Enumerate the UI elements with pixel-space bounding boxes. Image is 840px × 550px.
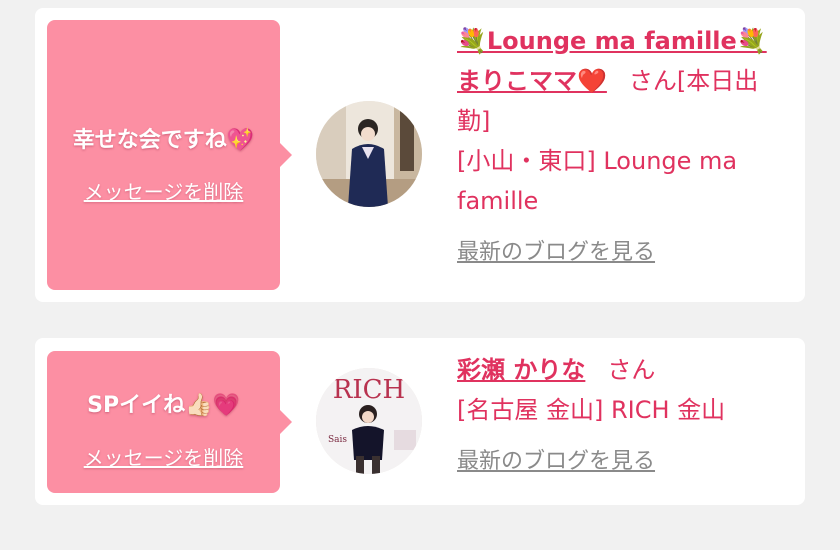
message-card: 幸せな会ですね💖 メッセージを削除 💐Lounge ma famille💐 まりこ… — [35, 8, 805, 302]
cast-location: [小山・東口] Lounge ma famille — [457, 147, 738, 215]
cast-avatar[interactable]: RICH Sais — [316, 368, 422, 474]
message-bubble: SPイイね👍🏻💗 メッセージを削除 — [47, 351, 292, 493]
delete-message-link[interactable]: メッセージを削除 — [47, 179, 280, 205]
svg-text:Sais: Sais — [328, 435, 347, 445]
cast-location: [名古屋 金山] RICH 金山 — [457, 396, 726, 424]
svg-text:RICH: RICH — [333, 375, 405, 405]
message-bubble: 幸せな会ですね💖 メッセージを削除 — [47, 20, 292, 290]
cast-shop-line: 💐Lounge ma famille💐 — [457, 27, 767, 55]
message-card: SPイイね👍🏻💗 メッセージを削除 RICH Sais 彩瀬 かりな さん [名古… — [35, 338, 805, 505]
cast-info: 彩瀬 かりな さん [名古屋 金山] RICH 金山 最新のブログを見る — [457, 350, 787, 482]
latest-blog-link[interactable]: 最新のブログを見る — [457, 442, 655, 482]
cast-name-link[interactable]: 彩瀬 かりな — [457, 356, 585, 384]
latest-blog-link[interactable]: 最新のブログを見る — [457, 233, 655, 273]
message-text: 幸せな会ですね💖 — [72, 128, 255, 153]
cast-info: 💐Lounge ma famille💐 まりこママ❤️ さん[本日出勤] [小山・東… — [457, 21, 787, 273]
cast-suffix: さん — [607, 356, 656, 384]
cast-avatar[interactable] — [316, 101, 422, 207]
delete-message-link[interactable]: メッセージを削除 — [47, 445, 280, 471]
cast-name: まりこママ❤️ — [457, 67, 607, 95]
message-text: SPイイね👍🏻💗 — [87, 393, 240, 418]
